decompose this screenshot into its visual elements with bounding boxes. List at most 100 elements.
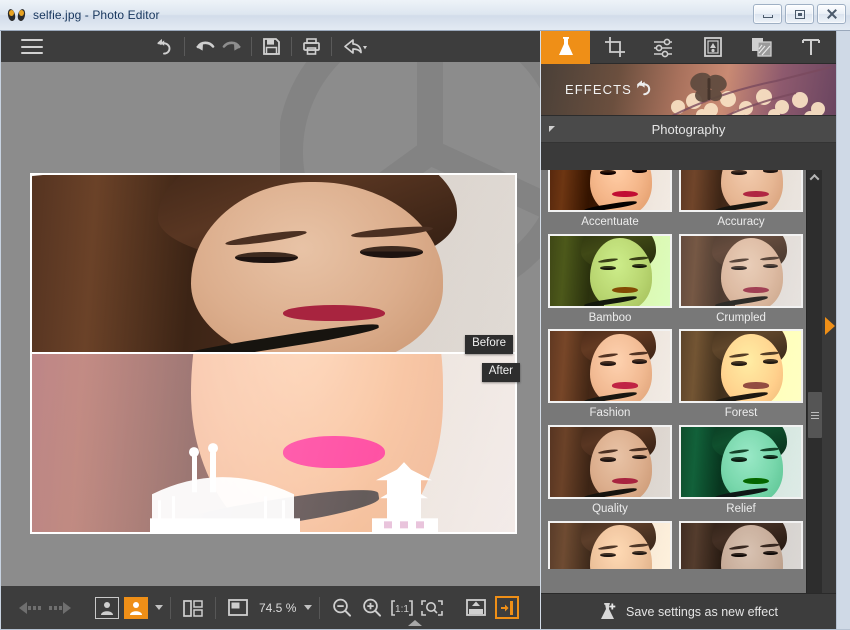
effects-scrollbar[interactable] bbox=[806, 170, 822, 614]
export-button[interactable] bbox=[461, 593, 491, 623]
effect-name: Accentuate bbox=[581, 216, 639, 228]
view-single-button[interactable] bbox=[95, 596, 119, 619]
redo-button[interactable] bbox=[218, 33, 245, 60]
effect-item[interactable]: Forest bbox=[679, 329, 803, 420]
view-options-dropdown[interactable] bbox=[155, 605, 163, 610]
view-compare-button[interactable] bbox=[124, 596, 148, 619]
window-right-edge bbox=[836, 31, 850, 629]
effect-thumbnail[interactable] bbox=[679, 170, 803, 212]
effect-thumbnail[interactable] bbox=[548, 520, 672, 569]
prev-image-button[interactable] bbox=[15, 593, 45, 623]
zoom-out-button[interactable] bbox=[327, 593, 357, 623]
right-panel: EFFECTS Photography Accentuate Accuracy … bbox=[541, 31, 837, 629]
effect-item[interactable]: Quality bbox=[548, 424, 672, 516]
save-button[interactable] bbox=[258, 33, 285, 60]
maximize-button[interactable] bbox=[785, 4, 814, 24]
crop-icon bbox=[604, 37, 625, 57]
effect-thumbnail[interactable] bbox=[548, 233, 672, 308]
effect-item[interactable]: Accuracy bbox=[679, 170, 803, 229]
image-canvas[interactable]: Before After bbox=[1, 62, 540, 586]
effect-thumbnail[interactable] bbox=[679, 424, 803, 499]
effect-item[interactable]: Relief bbox=[679, 424, 803, 516]
toolbar-actions bbox=[151, 33, 372, 60]
sliders-icon bbox=[653, 38, 672, 58]
effects-list[interactable]: Accentuate Accuracy Bamboo Crumpled Fash… bbox=[541, 170, 821, 614]
effect-item[interactable]: Crumpled bbox=[679, 233, 803, 325]
effect-name: Bamboo bbox=[588, 311, 632, 324]
text-icon bbox=[802, 39, 821, 55]
effect-item[interactable]: Retro bbox=[548, 520, 672, 569]
zoom-in-button[interactable] bbox=[357, 593, 387, 623]
window-controls bbox=[753, 4, 846, 24]
bottom-toolbar: 74.5 % 1:1 bbox=[1, 586, 540, 629]
split-view-button[interactable] bbox=[178, 593, 208, 623]
effects-banner-title: EFFECTS bbox=[565, 82, 632, 97]
after-label: After bbox=[481, 363, 520, 382]
zoom-level-value: 74.5 % bbox=[259, 600, 297, 615]
fit-mode-icon[interactable] bbox=[223, 593, 253, 623]
butterfly-decoration bbox=[690, 72, 727, 103]
zoom-actual-size-button[interactable]: 1:1 bbox=[387, 593, 417, 623]
svg-text:1:1: 1:1 bbox=[395, 604, 409, 615]
effect-thumbnail[interactable] bbox=[548, 424, 672, 499]
next-image-button[interactable] bbox=[45, 593, 75, 623]
save-effect-label: Save settings as new effect bbox=[626, 604, 778, 619]
collapse-section-icon[interactable] bbox=[549, 126, 555, 132]
butterfly-icon bbox=[6, 7, 27, 24]
print-button[interactable] bbox=[298, 33, 325, 60]
close-button[interactable] bbox=[817, 4, 846, 24]
effects-grid: Accentuate Accuracy Bamboo Crumpled Fash… bbox=[541, 170, 821, 574]
tab-frames[interactable] bbox=[688, 31, 738, 64]
share-button[interactable] bbox=[338, 33, 372, 60]
effect-item[interactable]: Bamboo bbox=[548, 233, 672, 325]
skyline-overlay bbox=[150, 442, 438, 532]
compare-split-line[interactable] bbox=[32, 352, 515, 354]
frame-icon bbox=[704, 37, 722, 57]
effect-item[interactable]: Fashion bbox=[548, 329, 672, 420]
title-bar: selfie.jpg - Photo Editor bbox=[0, 0, 850, 31]
tab-text[interactable] bbox=[786, 31, 837, 64]
effect-thumbnail[interactable] bbox=[548, 170, 672, 212]
save-effect-button[interactable]: Save settings as new effect bbox=[541, 593, 836, 629]
tab-crop[interactable] bbox=[590, 31, 640, 64]
menu-button[interactable] bbox=[21, 39, 43, 54]
effect-name: Relief bbox=[726, 502, 756, 515]
panel-toggle-button[interactable] bbox=[495, 596, 520, 619]
flask-icon bbox=[558, 37, 573, 55]
effect-name: Fashion bbox=[589, 407, 631, 420]
effect-name: Quality bbox=[592, 502, 628, 515]
before-label: Before bbox=[465, 335, 513, 354]
effect-thumbnail[interactable] bbox=[679, 233, 803, 308]
before-image-half bbox=[32, 175, 515, 353]
window-title: selfie.jpg - Photo Editor bbox=[33, 8, 160, 22]
effect-thumbnail[interactable] bbox=[548, 329, 672, 404]
tab-adjust[interactable] bbox=[639, 31, 689, 64]
scroll-up-button[interactable] bbox=[807, 170, 822, 185]
before-after-image[interactable]: Before After bbox=[30, 173, 520, 534]
effect-item[interactable]: Accentuate bbox=[548, 170, 672, 229]
zoom-fit-button[interactable] bbox=[417, 593, 447, 623]
tab-effects[interactable] bbox=[541, 31, 591, 64]
reset-effects-icon[interactable] bbox=[635, 79, 655, 97]
layers-icon bbox=[752, 38, 772, 57]
flask-plus-icon bbox=[601, 603, 616, 619]
collapse-panel-handle[interactable] bbox=[825, 317, 835, 335]
effect-thumbnail[interactable] bbox=[679, 520, 803, 569]
panel-tabs bbox=[541, 31, 837, 64]
undo-button[interactable] bbox=[191, 33, 218, 60]
filmstrip-expander[interactable] bbox=[408, 620, 422, 626]
effects-banner: EFFECTS bbox=[541, 64, 836, 116]
effect-name: Accuracy bbox=[717, 216, 765, 228]
scrollbar-thumb[interactable] bbox=[808, 392, 822, 438]
effect-name: Forest bbox=[724, 407, 758, 420]
blossom-decoration bbox=[671, 66, 832, 115]
zoom-presets-dropdown[interactable] bbox=[304, 605, 313, 610]
effect-thumbnail[interactable] bbox=[679, 329, 803, 404]
section-header-photography[interactable]: Photography bbox=[541, 116, 836, 143]
effect-item[interactable]: Sepia bbox=[679, 520, 803, 569]
revert-button[interactable] bbox=[151, 33, 178, 60]
minimize-button[interactable] bbox=[753, 4, 782, 24]
tab-textures[interactable] bbox=[737, 31, 787, 64]
main-toolbar bbox=[1, 31, 540, 62]
photo-editor-window: selfie.jpg - Photo Editor Before After 7… bbox=[0, 0, 850, 630]
